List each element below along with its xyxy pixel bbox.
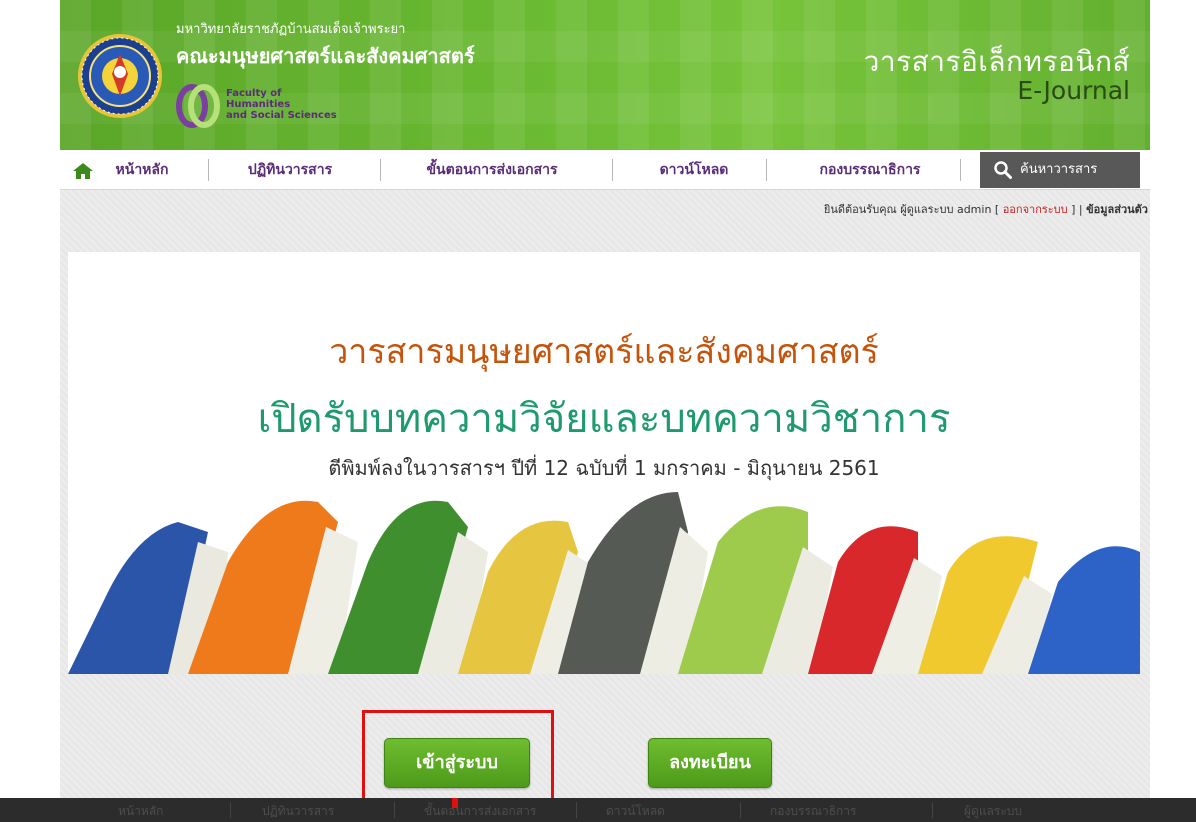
faculty-name-en-line3: and Social Sciences [226, 110, 337, 121]
faculty-name-thai: คณะมนุษยศาสตร์และสังคมศาสตร์ [176, 44, 475, 68]
main-nav: หน้าหลัก ปฏิทินวารสาร ขั้นตอนการส่งเอกสา… [60, 150, 1150, 190]
footer-download[interactable]: ดาวน์โหลด [606, 802, 665, 821]
nav-divider [612, 159, 613, 181]
nav-divider [766, 159, 767, 181]
banner-title: วารสารมนุษยศาสตร์และสังคมศาสตร์ [329, 332, 879, 372]
nav-divider [380, 159, 381, 181]
logout-link[interactable]: ออกจากระบบ [1003, 203, 1068, 216]
faculty-logo-icon [176, 84, 220, 128]
footer-calendar[interactable]: ปฏิทินวารสาร [262, 802, 334, 821]
faculty-name-english: Faculty of Humanities and Social Science… [226, 88, 337, 121]
footer-nav: หน้าหลัก ปฏิทินวารสาร ขั้นตอนการส่งเอกสา… [0, 798, 1196, 822]
banner-headline: เปิดรับบทความวิจัยและบทความวิชาการ [257, 396, 951, 442]
profile-link[interactable]: ข้อมูลส่วนตัว [1086, 203, 1148, 216]
nav-divider [208, 159, 209, 181]
footer-divider [932, 802, 933, 818]
welcome-bar: ยินดีต้อนรับคุณ ผู้ดูแลระบบ admin [ ออกจ… [824, 200, 1148, 218]
nav-home[interactable]: หน้าหลัก [100, 150, 184, 190]
welcome-greeting: ยินดีต้อนรับคุณ ผู้ดูแลระบบ admin [ [823, 203, 1003, 216]
footer-divider [740, 802, 741, 818]
nav-editorial[interactable]: กองบรรณาธิการ [778, 150, 962, 190]
footer-editorial[interactable]: กองบรรณาธิการ [770, 802, 856, 821]
footer-divider [576, 802, 577, 818]
welcome-separator: ] | [1067, 203, 1087, 216]
faculty-name-en-line2: Humanities [226, 99, 291, 110]
footer-divider [230, 802, 231, 818]
search-icon [994, 161, 1012, 179]
register-button[interactable]: ลงทะเบียน [648, 738, 772, 788]
page-container: มหาวิทยาลัยราชภัฏบ้านสมเด็จเจ้าพระยา คณะ… [0, 0, 1196, 822]
footer-home[interactable]: หน้าหลัก [118, 802, 163, 821]
highlight-annotation-box [362, 710, 554, 812]
page-gutter-right [1150, 0, 1196, 822]
footer-admin[interactable]: ผู้ดูแลระบบ [964, 802, 1022, 821]
nav-calendar[interactable]: ปฏิทินวารสาร [220, 150, 360, 190]
footer-submission[interactable]: ขั้นตอนการส่งเอกสาร [424, 802, 536, 821]
footer-divider [394, 802, 395, 818]
journal-title-english: E-Journal [1017, 76, 1130, 105]
search-label: ค้นหาวารสาร [1020, 162, 1098, 177]
faculty-name-en-line1: Faculty of [226, 88, 282, 99]
nav-divider [960, 159, 961, 181]
books-illustration [68, 492, 1140, 674]
nav-download[interactable]: ดาวน์โหลด [626, 150, 762, 190]
nav-submission[interactable]: ขั้นตอนการส่งเอกสาร [394, 150, 590, 190]
site-header: มหาวิทยาลัยราชภัฏบ้านสมเด็จเจ้าพระยา คณะ… [60, 0, 1150, 150]
nav-search-button[interactable]: ค้นหาวารสาร [980, 152, 1140, 188]
university-seal-icon[interactable] [78, 14, 162, 138]
university-name: มหาวิทยาลัยราชภัฏบ้านสมเด็จเจ้าพระยา [176, 22, 406, 37]
home-icon[interactable] [72, 162, 94, 180]
page-gutter-left [0, 0, 60, 822]
hero-banner: วารสารมนุษยศาสตร์และสังคมศาสตร์ เปิดรับบ… [68, 252, 1140, 674]
